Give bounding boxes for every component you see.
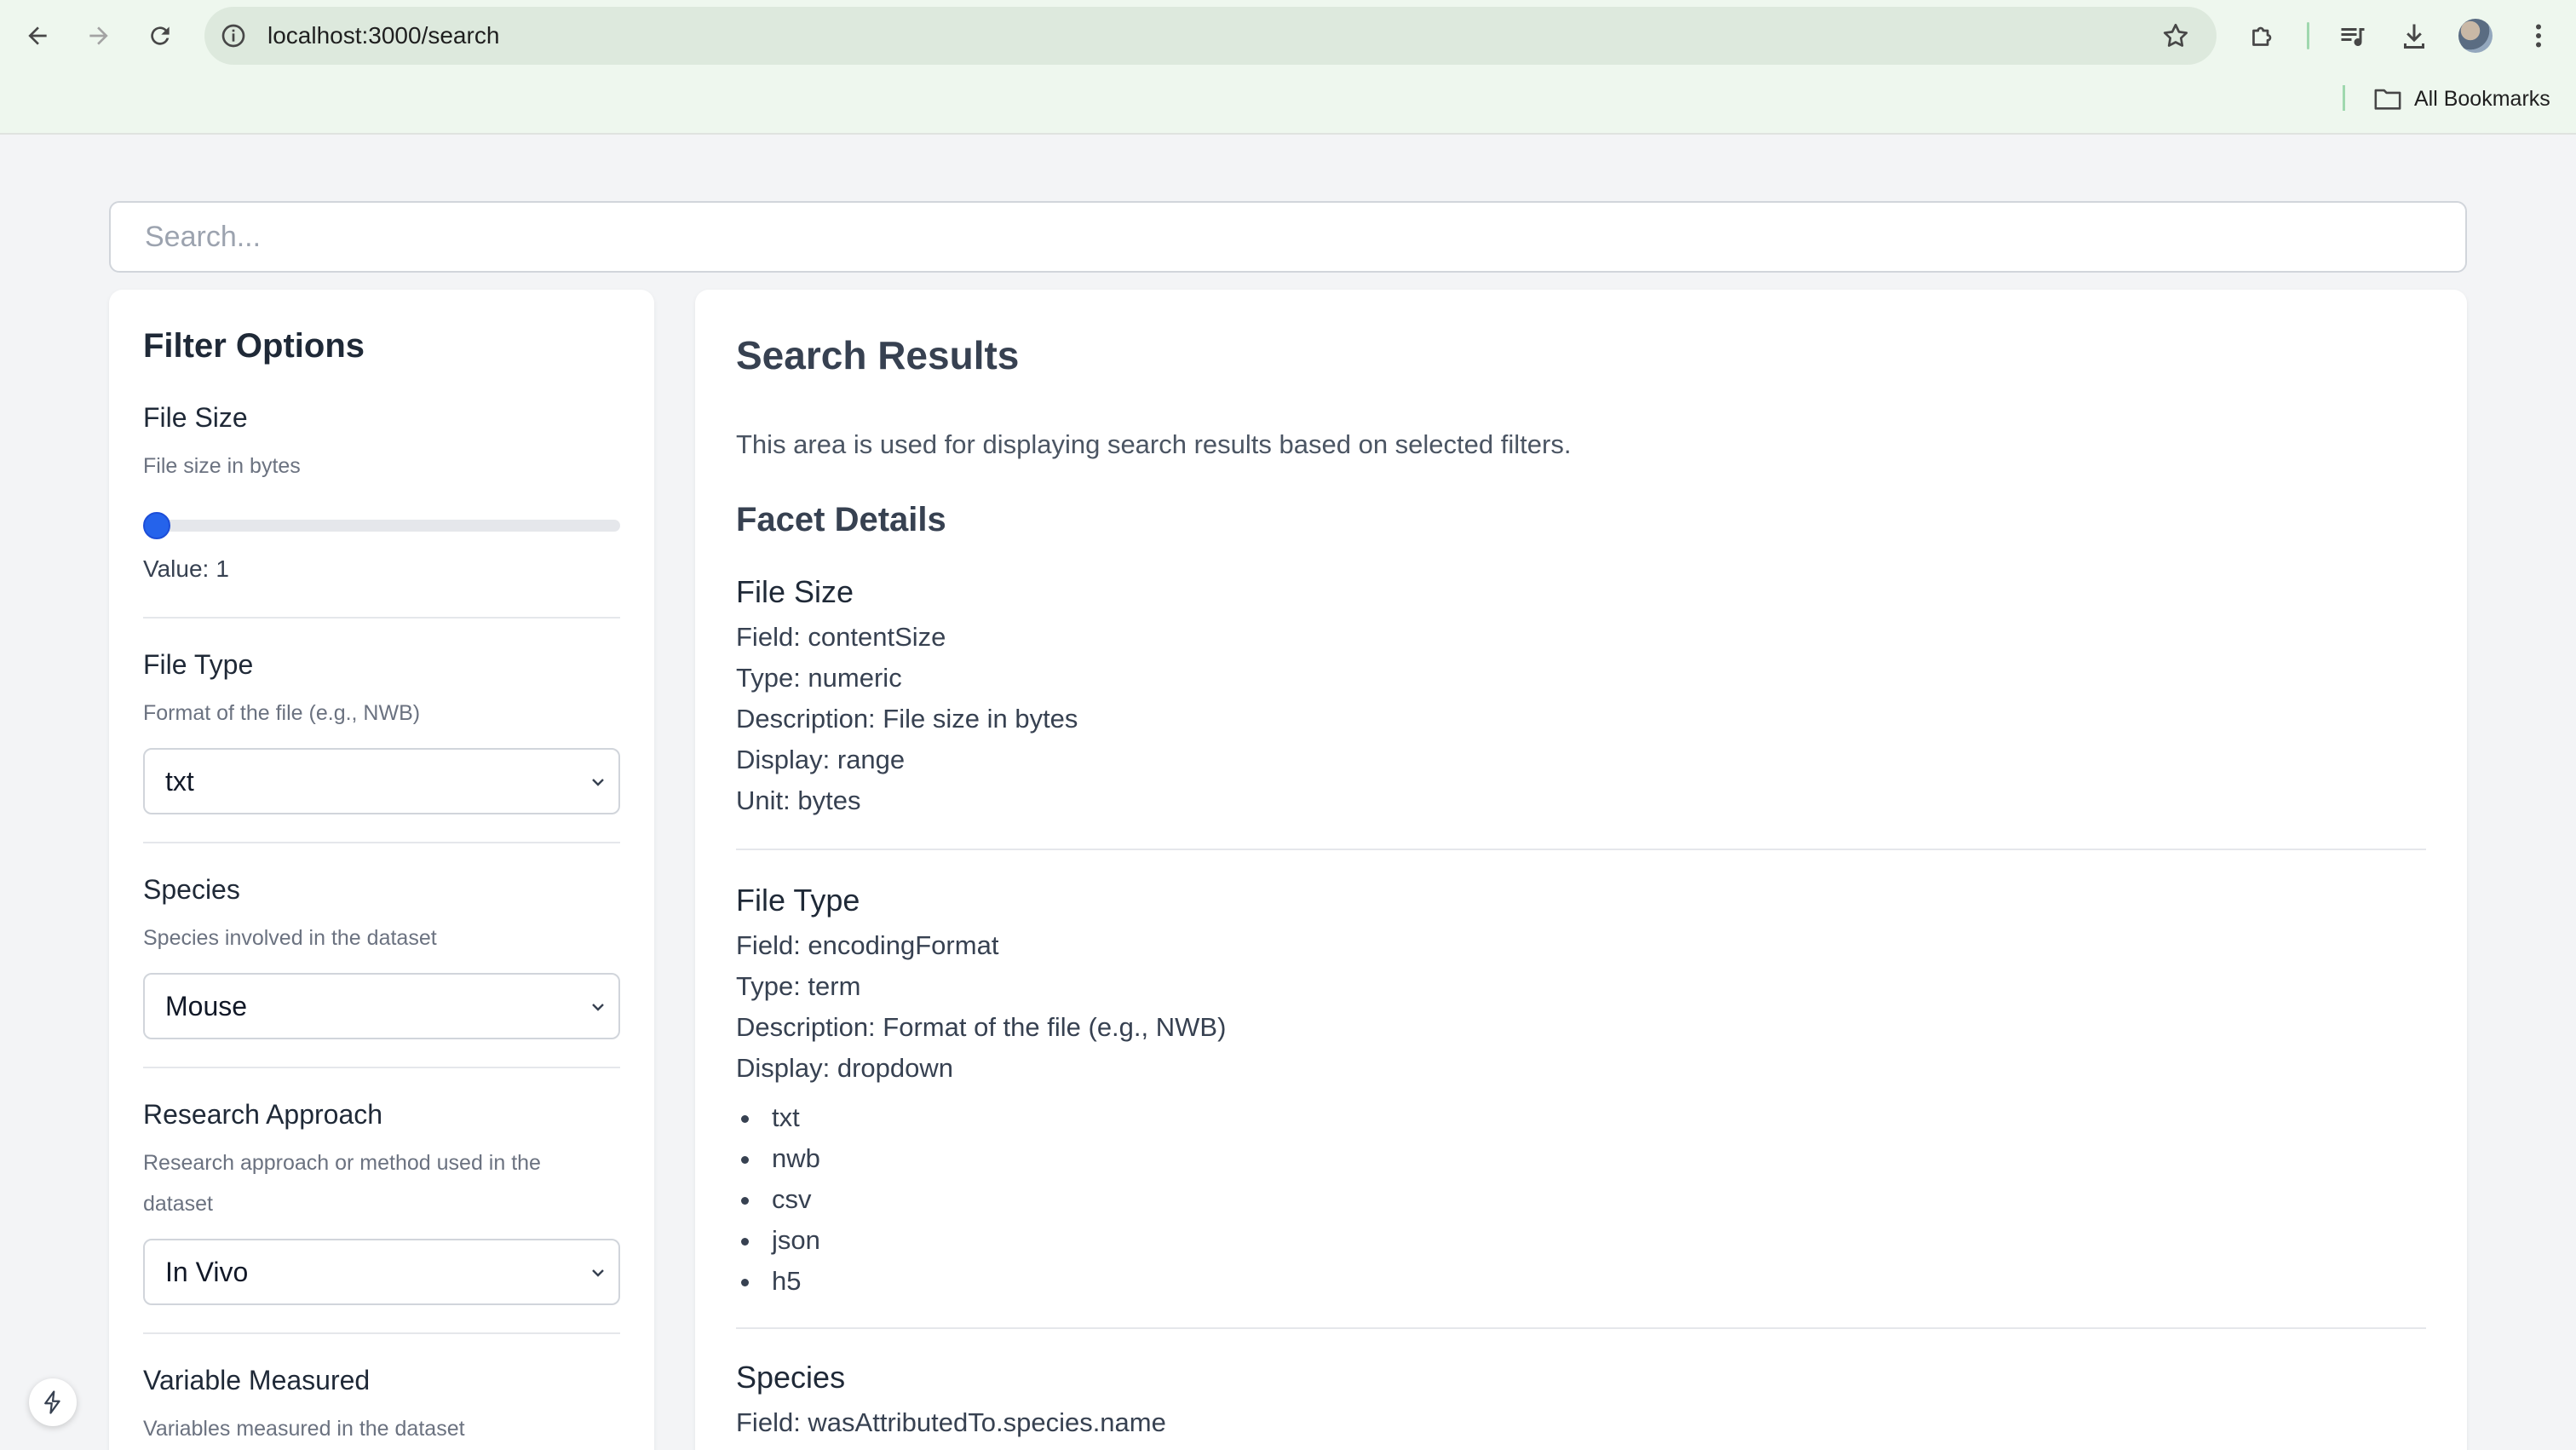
divider [736, 849, 2426, 850]
results-intro: This area is used for displaying search … [736, 429, 1572, 459]
facet-detail-line: Description: Format of the file (e.g., N… [736, 1012, 1227, 1042]
file-size-value-label: Value: [143, 555, 210, 582]
facet-detail-line: Unit: bytes [736, 785, 861, 815]
list-item: h5 [736, 1261, 2426, 1302]
browser-chrome: localhost:3000/search All Bookmarks [0, 0, 2576, 135]
species-selected: Mouse [165, 990, 248, 1021]
arrow-left-icon [28, 26, 47, 45]
facet-detail-line: Field: contentSize [736, 622, 946, 652]
file-type-title: File Type [143, 649, 254, 680]
list-item: txt [736, 1097, 2426, 1138]
facet-detail-line: Type: numeric [736, 663, 902, 693]
divider [143, 842, 620, 843]
facet-detail-species: Species Field: wasAttributedTo.species.n… [736, 1360, 2426, 1443]
more-vert-icon [2536, 24, 2541, 48]
divider [736, 1327, 2426, 1329]
variable-measured-description: Variables measured in the dataset [143, 1417, 465, 1441]
dev-tools-button[interactable] [29, 1378, 77, 1426]
file-type-filter: File Type Format of the file (e.g., NWB) [143, 649, 620, 734]
file-type-select[interactable]: txt [143, 748, 620, 814]
url-text[interactable]: localhost:3000/search [267, 7, 499, 65]
file-size-value-number: 1 [216, 555, 229, 582]
file-size-title: File Size [143, 402, 248, 433]
playlist-icon [2341, 28, 2365, 47]
facet-detail-line: Display: dropdown [736, 1053, 954, 1083]
facet-detail-line: Description: File size in bytes [736, 704, 1078, 734]
facet-detail-line: Field: wasAttributedTo.species.name [736, 1407, 1166, 1437]
facet-detail-file-size: File Size Field: contentSize Type: numer… [736, 574, 2426, 821]
file-size-slider-track[interactable] [143, 520, 620, 532]
results-title: Search Results [736, 333, 1020, 377]
reload-icon [151, 26, 170, 45]
research-approach-description: Research approach or method used in the … [143, 1142, 620, 1224]
bookmarks-divider [2343, 85, 2345, 111]
file-size-slider-thumb[interactable] [143, 512, 170, 539]
facet-detail-line: Display: range [736, 745, 906, 774]
species-description: Species involved in the dataset [143, 926, 437, 950]
list-item: nwb [736, 1138, 2426, 1179]
lightning-bolt-icon [44, 1390, 60, 1414]
media-controls-button[interactable] [2334, 17, 2372, 55]
chevron-down-icon [592, 779, 604, 786]
species-select[interactable]: Mouse [143, 973, 620, 1039]
divider [143, 1067, 620, 1068]
bookmark-star-icon[interactable] [2160, 20, 2191, 51]
facet-detail-title: File Size [736, 574, 854, 609]
address-bar[interactable]: localhost:3000/search [204, 7, 2217, 65]
variable-measured-title: Variable Measured [143, 1365, 371, 1395]
list-item: json [736, 1220, 2426, 1261]
facet-detail-title: File Type [736, 883, 860, 918]
research-approach-select[interactable]: In Vivo [143, 1239, 620, 1305]
facet-detail-title: Species [736, 1360, 846, 1395]
facet-detail-line: Field: encodingFormat [736, 930, 999, 960]
sidebar-title: Filter Options [143, 327, 365, 365]
folder-icon [2374, 89, 2401, 110]
file-size-filter: File Size File size in bytes [143, 402, 620, 486]
filter-sidebar: Filter Options File Size File size in by… [109, 290, 654, 1450]
puzzle-icon [2252, 26, 2272, 46]
file-size-description: File size in bytes [143, 454, 301, 478]
facet-details-title: Facet Details [736, 501, 946, 538]
toolbar-divider [2307, 22, 2309, 49]
back-button[interactable] [17, 15, 58, 56]
arrow-right-icon [89, 26, 108, 45]
facet-options-list: txt nwb csv json h5 [736, 1097, 2426, 1302]
research-approach-title: Research Approach [143, 1099, 383, 1130]
download-icon [2404, 24, 2424, 49]
research-approach-selected: In Vivo [165, 1256, 249, 1287]
extensions-button[interactable] [2244, 17, 2281, 55]
profile-avatar[interactable] [2458, 19, 2493, 53]
facet-detail-file-type: File Type Field: encodingFormat Type: te… [736, 883, 2426, 1302]
research-approach-filter: Research Approach Research approach or m… [143, 1099, 620, 1224]
chevron-down-icon [592, 1004, 604, 1011]
file-type-selected: txt [165, 765, 194, 797]
browser-menu-button[interactable] [2520, 17, 2557, 55]
list-item: csv [736, 1179, 2426, 1220]
chevron-down-icon [592, 1269, 604, 1277]
variable-measured-filter: Variable Measured Variables measured in … [143, 1365, 620, 1449]
research-approach-description-line: dataset [143, 1192, 214, 1216]
species-filter: Species Species involved in the dataset [143, 874, 620, 958]
divider [143, 1332, 620, 1334]
research-approach-description-line: Research approach or method used in the [143, 1151, 541, 1175]
forward-button[interactable] [78, 15, 119, 56]
all-bookmarks-label: All Bookmarks [2414, 86, 2550, 111]
species-title: Species [143, 874, 240, 905]
search-input[interactable] [109, 201, 2467, 273]
search-results-panel: Search Results This area is used for dis… [695, 290, 2467, 1450]
file-size-value: Value: 1 [143, 555, 229, 583]
file-type-description: Format of the file (e.g., NWB) [143, 701, 421, 725]
divider [143, 617, 620, 619]
facet-detail-line: Type: term [736, 971, 861, 1001]
reload-button[interactable] [140, 15, 181, 56]
downloads-button[interactable] [2395, 17, 2433, 55]
all-bookmarks-button[interactable]: All Bookmarks [2373, 82, 2550, 116]
site-info-icon[interactable] [220, 22, 247, 49]
